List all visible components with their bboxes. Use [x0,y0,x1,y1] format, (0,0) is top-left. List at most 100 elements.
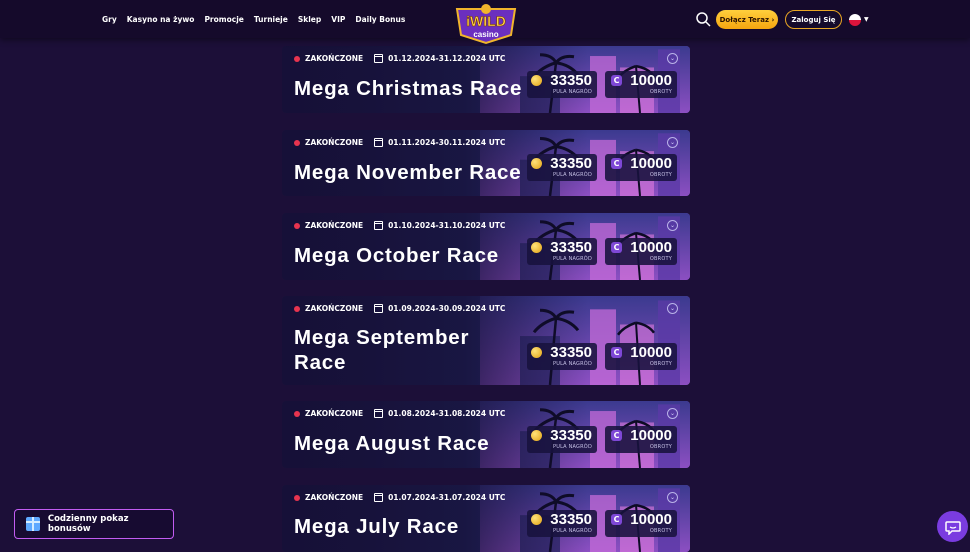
prize-pool: 33350 PULA NAGRÓD [527,154,597,181]
race-title: Mega September Race [294,326,470,374]
search-icon[interactable] [695,11,711,27]
race-dates: 01.10.2024-31.10.2024 UTC [388,221,506,230]
prize-pool: 33350 PULA NAGRÓD [527,510,597,537]
spins: C 10000 OBROTY [605,238,677,265]
race-status: ZAKOŃCZONE 01.10.2024-31.10.2024 UTC [294,221,505,230]
prize-pool-label: PULA NAGRÓD [553,361,592,367]
main-nav: Gry Kasyno na żywo Promocje Turnieje Skl… [102,0,415,38]
status-label: ZAKOŃCZONE [305,493,364,502]
spins: C 10000 OBROTY [605,71,677,98]
chevron-down-icon[interactable]: ⌄ [667,408,678,419]
spins-value: 10000 [630,427,672,444]
spins: C 10000 OBROTY [605,343,677,370]
race-title: Mega November Race [294,161,522,184]
coin-icon [531,514,542,525]
race-status: ZAKOŃCZONE 01.11.2024-30.11.2024 UTC [294,138,505,147]
prize-pool-value: 33350 [550,72,592,89]
spins-value: 10000 [630,72,672,89]
nav-item-daily-bonus[interactable]: Daily Bonus [355,15,405,24]
spins-label: OBROTY [649,256,672,262]
login-button[interactable]: Zaloguj Się [785,10,842,29]
chevron-down-icon[interactable]: ⌄ [667,137,678,148]
prize-pool-value: 33350 [550,427,592,444]
spins: C 10000 OBROTY [605,510,677,537]
chevron-down-icon[interactable]: ⌄ [667,303,678,314]
race-title: Mega August Race [294,432,490,455]
prize-pool-value: 33350 [550,344,592,361]
race-card[interactable]: ZAKOŃCZONE 01.08.2024-31.08.2024 UTC ⌄ Mega… [282,401,690,468]
race-card[interactable]: ZAKOŃCZONE 01.12.2024-31.12.2024 UTC ⌄ Mega… [282,46,690,113]
spins-value: 10000 [630,239,672,256]
status-dot-icon [294,55,300,62]
chat-button[interactable] [937,511,968,542]
gift-icon [26,517,40,531]
spins: C 10000 OBROTY [605,154,677,181]
top-header: Gry Kasyno na żywo Promocje Turnieje Skl… [0,0,970,45]
spins-label: OBROTY [649,444,672,450]
nav-item-kasyno-na-zywo[interactable]: Kasyno na żywo [127,15,195,24]
join-now-button[interactable]: Dołącz Teraz › [716,10,778,29]
status-dot-icon [294,305,300,312]
calendar-icon [374,221,384,230]
chevron-down-icon: ▼ [864,16,869,23]
prize-pool: 33350 PULA NAGRÓD [527,71,597,98]
status-label: ZAKOŃCZONE [305,138,364,147]
prize-pool-label: PULA NAGRÓD [553,89,592,95]
spins: C 10000 OBROTY [605,426,677,453]
coin-icon [531,158,542,169]
prize-pool-label: PULA NAGRÓD [553,444,592,450]
svg-text:iWILD: iWILD [466,13,506,29]
spins-label: OBROTY [649,89,672,95]
prize-pool: 33350 PULA NAGRÓD [527,426,597,453]
calendar-icon [374,54,384,63]
race-dates: 01.09.2024-30.09.2024 UTC [388,304,506,313]
spins-label: OBROTY [649,528,672,534]
status-dot-icon [294,139,300,146]
race-title: Mega Christmas Race [294,77,523,100]
chevron-down-icon[interactable]: ⌄ [667,492,678,503]
prize-pool: 33350 PULA NAGRÓD [527,343,597,370]
race-status: ZAKOŃCZONE 01.07.2024-31.07.2024 UTC [294,493,505,502]
spins-icon: C [611,430,622,441]
race-dates: 01.11.2024-30.11.2024 UTC [388,138,506,147]
race-dates: 01.08.2024-31.08.2024 UTC [388,409,506,418]
chevron-down-icon[interactable]: ⌄ [667,53,678,64]
calendar-icon [374,409,384,418]
nav-item-sklep[interactable]: Sklep [298,15,321,24]
race-dates: 01.07.2024-31.07.2024 UTC [388,493,506,502]
spins-icon: C [611,242,622,253]
daily-bonus-bar[interactable]: Codzienny pokaz bonusów [14,509,174,539]
status-dot-icon [294,222,300,229]
race-dates: 01.12.2024-31.12.2024 UTC [388,54,506,63]
calendar-icon [374,304,384,313]
coin-icon [531,242,542,253]
spins-icon: C [611,514,622,525]
status-dot-icon [294,410,300,417]
race-title: Mega October Race [294,244,499,267]
nav-item-gry[interactable]: Gry [102,15,117,24]
nav-item-promocje[interactable]: Promocje [204,15,243,24]
poland-flag-icon [849,13,861,26]
race-card[interactable]: ZAKOŃCZONE 01.10.2024-31.10.2024 UTC ⌄ Mega… [282,213,690,280]
spins-icon: C [611,75,622,86]
prize-pool-label: PULA NAGRÓD [553,172,592,178]
iwild-casino-logo[interactable]: iWILD casino [451,3,521,45]
svg-text:casino: casino [473,30,498,39]
chevron-down-icon[interactable]: ⌄ [667,220,678,231]
calendar-icon [374,493,384,502]
status-label: ZAKOŃCZONE [305,409,364,418]
race-card[interactable]: ZAKOŃCZONE 01.11.2024-30.11.2024 UTC ⌄ Mega… [282,130,690,196]
spins-icon: C [611,347,622,358]
language-selector[interactable]: ▼ [849,13,871,26]
nav-item-turnieje[interactable]: Turnieje [254,15,288,24]
race-card[interactable]: ZAKOŃCZONE 01.07.2024-31.07.2024 UTC ⌄ Mega… [282,485,690,552]
coin-icon [531,75,542,86]
status-label: ZAKOŃCZONE [305,221,364,230]
prize-pool-label: PULA NAGRÓD [553,528,592,534]
spins-value: 10000 [630,155,672,172]
nav-item-vip[interactable]: VIP [331,15,345,24]
race-status: ZAKOŃCZONE 01.12.2024-31.12.2024 UTC [294,54,505,63]
race-card[interactable]: ZAKOŃCZONE 01.09.2024-30.09.2024 UTC ⌄ Mega… [282,296,690,385]
race-title: Mega July Race [294,515,460,538]
spins-label: OBROTY [649,361,672,367]
